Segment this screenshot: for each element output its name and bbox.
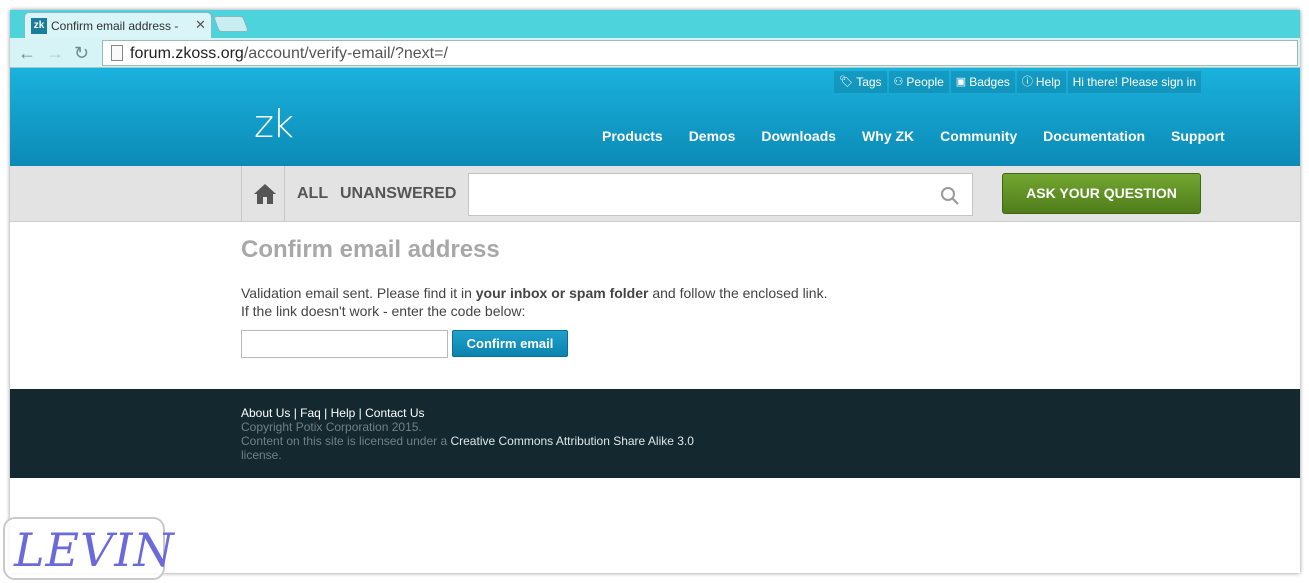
license-text: Content on this site is licensed under a… bbox=[241, 434, 694, 448]
nav-documentation[interactable]: Documentation bbox=[1043, 128, 1145, 144]
forward-arrow-icon[interactable]: → bbox=[46, 43, 64, 63]
footer-links: About Us | Faq | Help | Contact Us bbox=[241, 406, 425, 420]
address-bar[interactable]: forum.zkoss.org/account/verify-email/?ne… bbox=[102, 40, 1298, 66]
filter-all[interactable]: ALL bbox=[297, 185, 328, 203]
search-icon[interactable] bbox=[940, 186, 960, 206]
watermark-text: LEVIN bbox=[14, 523, 175, 577]
confirm-email-button[interactable]: Confirm email bbox=[452, 330, 568, 357]
filter-unanswered[interactable]: UNANSWERED bbox=[340, 185, 456, 203]
footer-link-contact[interactable]: Contact Us bbox=[365, 406, 424, 420]
license-link[interactable]: Creative Commons Attribution Share Alike… bbox=[450, 434, 693, 448]
tab-title: Confirm email address - bbox=[51, 19, 179, 33]
nav-demos[interactable]: Demos bbox=[689, 128, 736, 144]
validation-message: Validation email sent. Please find it in… bbox=[241, 285, 828, 301]
footer-link-help[interactable]: Help bbox=[331, 406, 356, 420]
levin-watermark: LEVIN bbox=[3, 517, 174, 580]
nav-support[interactable]: Support bbox=[1171, 128, 1225, 144]
topbar-help[interactable]: ⓘ Help bbox=[1016, 71, 1066, 93]
page-title: Confirm email address bbox=[241, 236, 500, 263]
nav-community[interactable]: Community bbox=[940, 128, 1017, 144]
footer-link-faq[interactable]: Faq bbox=[300, 406, 321, 420]
home-icon bbox=[254, 184, 276, 204]
ask-question-button[interactable]: ASK YOUR QUESTION bbox=[1002, 173, 1201, 214]
main-nav: Products Demos Downloads Why ZK Communit… bbox=[602, 128, 1251, 144]
sign-in-link[interactable]: Hi there! Please sign in bbox=[1067, 71, 1201, 93]
close-tab-icon[interactable]: ✕ bbox=[195, 18, 206, 32]
nav-why-zk[interactable]: Why ZK bbox=[862, 128, 914, 144]
browser-tab[interactable]: zk Confirm email address - ✕ bbox=[24, 12, 212, 38]
site-footer: About Us | Faq | Help | Contact Us Copyr… bbox=[10, 389, 1300, 478]
reload-icon[interactable]: ↻ bbox=[74, 43, 89, 63]
url-text: forum.zkoss.org/account/verify-email/?ne… bbox=[130, 45, 448, 62]
tab-strip: zk Confirm email address - ✕ bbox=[10, 10, 1300, 38]
user-topbar: 🏷 Tags ⚇ People ▣ Badges ⓘ Help Hi there! Pl… bbox=[832, 71, 1201, 93]
nav-downloads[interactable]: Downloads bbox=[761, 128, 836, 144]
badge-icon: ▣ bbox=[955, 76, 967, 88]
topbar-tags[interactable]: 🏷 Tags bbox=[834, 71, 887, 93]
browser-toolbar: ← → ↻ forum.zkoss.org/account/verify-ema… bbox=[10, 38, 1300, 68]
license-suffix: license. bbox=[241, 448, 282, 462]
back-arrow-icon[interactable]: ← bbox=[18, 43, 36, 63]
copyright-text: Copyright Potix Corporation 2015. bbox=[241, 420, 422, 434]
new-tab-button[interactable] bbox=[213, 16, 249, 32]
search-input[interactable] bbox=[468, 173, 973, 216]
footer-link-about[interactable]: About Us bbox=[241, 406, 290, 420]
zk-favicon-icon: zk bbox=[31, 18, 47, 34]
page-icon bbox=[111, 45, 123, 61]
home-button[interactable] bbox=[241, 166, 285, 222]
tag-icon: 🏷 bbox=[839, 76, 854, 88]
topbar-badges[interactable]: ▣ Badges bbox=[950, 71, 1015, 93]
site-header: 🏷 Tags ⚇ People ▣ Badges ⓘ Help Hi there! Pl… bbox=[10, 68, 1300, 176]
nav-products[interactable]: Products bbox=[602, 128, 663, 144]
topbar-people[interactable]: ⚇ People bbox=[888, 71, 949, 93]
main-content: Confirm email address Validation email s… bbox=[241, 236, 941, 358]
search-band: ALL UNANSWERED ASK YOUR QUESTION bbox=[10, 166, 1300, 222]
browser-window: zk Confirm email address - ✕ ← → ↻ forum… bbox=[10, 10, 1300, 573]
people-icon: ⚇ bbox=[893, 76, 904, 88]
code-input[interactable] bbox=[241, 330, 448, 358]
info-icon: ⓘ bbox=[1021, 76, 1033, 88]
zk-logo[interactable]: zk bbox=[254, 102, 294, 146]
code-instruction: If the link doesn't work - enter the cod… bbox=[241, 303, 526, 319]
